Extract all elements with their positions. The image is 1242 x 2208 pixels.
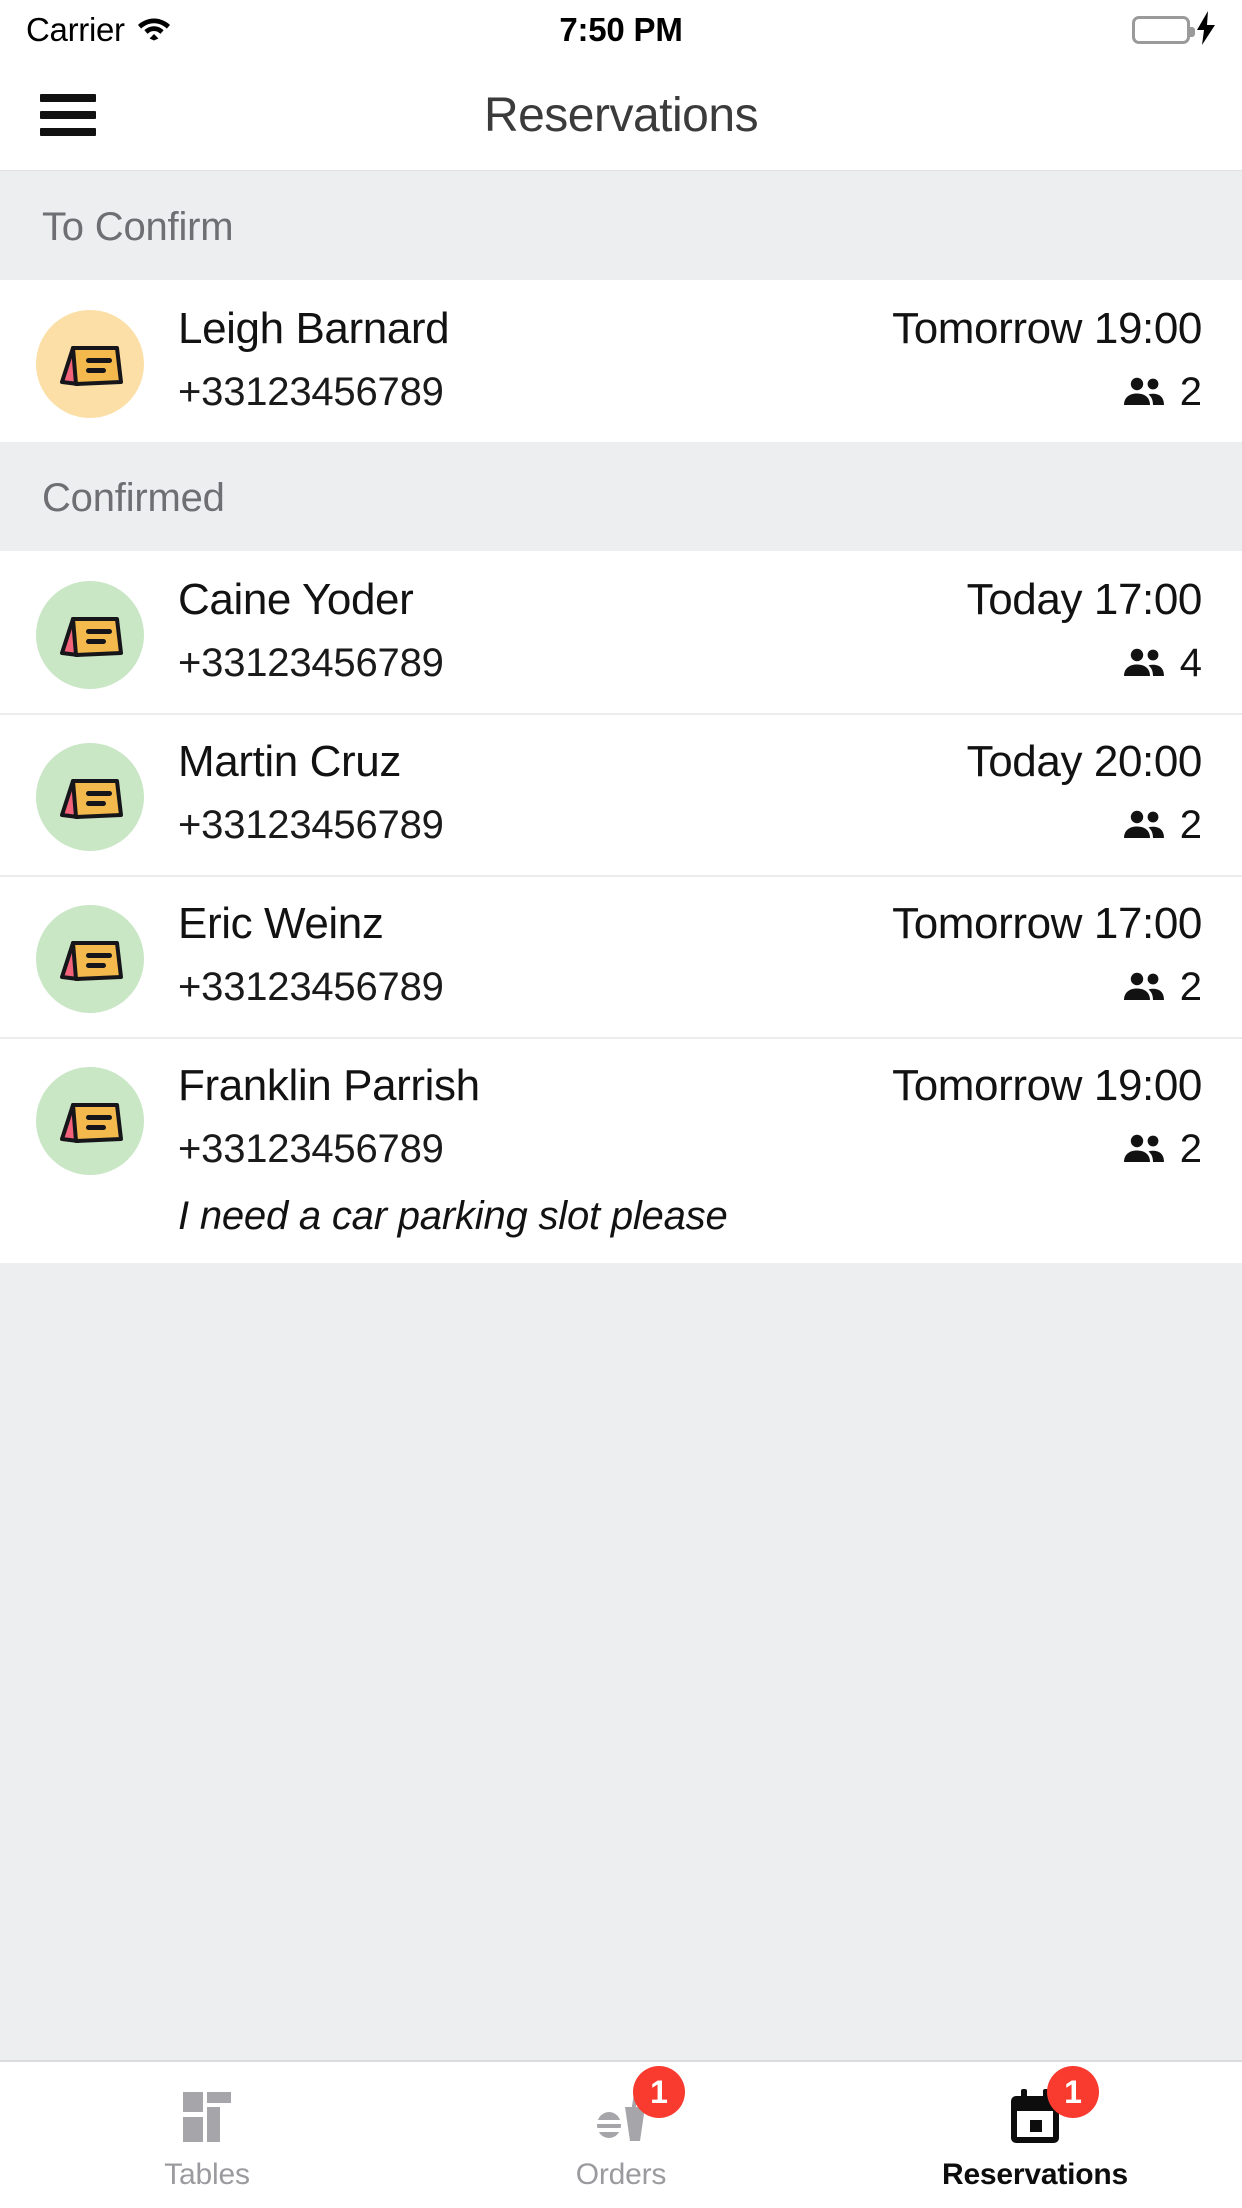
party-size-count: 2 bbox=[1179, 803, 1202, 847]
reservation-time: Tomorrow 19:00 bbox=[892, 304, 1202, 353]
table-tent-card-icon bbox=[60, 779, 123, 819]
guest-name: Martin Cruz bbox=[178, 737, 401, 786]
reservation-details: Eric Weinz Tomorrow 17:00 +33123456789 2 bbox=[144, 899, 1202, 1010]
grid-dashboard-icon bbox=[183, 2092, 231, 2142]
reservation-avatar bbox=[36, 905, 144, 1013]
reservation-details: Caine Yoder Today 17:00 +33123456789 4 bbox=[144, 575, 1202, 686]
guest-name: Caine Yoder bbox=[178, 575, 414, 624]
reservation-primary-line: Leigh Barnard Tomorrow 19:00 bbox=[178, 304, 1202, 354]
page-title: Reservations bbox=[483, 88, 759, 142]
hamburger-menu-icon[interactable] bbox=[40, 94, 96, 136]
hamburger-bar bbox=[40, 111, 96, 119]
tab-icon-wrapper: 1 bbox=[583, 2066, 685, 2148]
reservation-secondary-line: +33123456789 2 bbox=[178, 370, 1202, 415]
reservation-avatar bbox=[36, 743, 144, 851]
reservation-row[interactable]: Caine Yoder Today 17:00 +33123456789 4 bbox=[0, 551, 1242, 713]
tab-badge: 1 bbox=[633, 2066, 685, 2118]
tab-badge: 1 bbox=[1047, 2066, 1099, 2118]
table-tent-card-icon bbox=[60, 617, 123, 657]
section-body: Caine Yoder Today 17:00 +33123456789 4 Marti… bbox=[0, 551, 1242, 1263]
reservation-secondary-line: +33123456789 2 bbox=[178, 1127, 1202, 1172]
status-bar-clock: 7:50 PM bbox=[559, 11, 683, 48]
people-icon bbox=[1123, 972, 1164, 1000]
tab-orders[interactable]: 1 Orders bbox=[414, 2062, 828, 2208]
section-header: To Confirm bbox=[0, 171, 1242, 280]
reservation-time: Today 17:00 bbox=[966, 575, 1203, 624]
people-icon bbox=[1123, 377, 1164, 405]
party-size-group: 4 bbox=[1122, 641, 1202, 686]
section-body: Leigh Barnard Tomorrow 19:00 +33123456789 2 bbox=[0, 280, 1242, 442]
party-size-count: 2 bbox=[1179, 1127, 1202, 1171]
party-size-group: 2 bbox=[1122, 1127, 1202, 1172]
tab-label: Orders bbox=[575, 2158, 667, 2191]
guest-phone[interactable]: +33123456789 bbox=[178, 370, 444, 415]
party-size-count: 4 bbox=[1179, 641, 1202, 685]
app-screen: Carrier 7:50 PM Reservations To Confirm … bbox=[0, 0, 1242, 2208]
reservations-list[interactable]: To Confirm Leigh Barnard Tomorrow 19:00 +33… bbox=[0, 170, 1242, 2060]
reservation-details: Leigh Barnard Tomorrow 19:00 +33123456789 2 bbox=[144, 304, 1202, 415]
guest-name: Leigh Barnard bbox=[178, 304, 450, 353]
reservation-secondary-line: +33123456789 4 bbox=[178, 641, 1202, 686]
tab-tables[interactable]: Tables bbox=[0, 2062, 414, 2208]
reservation-row[interactable]: Eric Weinz Tomorrow 17:00 +33123456789 2 bbox=[0, 875, 1242, 1037]
status-bar-right bbox=[1132, 10, 1216, 50]
guest-phone[interactable]: +33123456789 bbox=[178, 1127, 444, 1172]
people-icon bbox=[1123, 648, 1164, 676]
wifi-icon bbox=[137, 15, 171, 46]
reservation-avatar bbox=[36, 1067, 144, 1175]
party-size-group: 2 bbox=[1122, 803, 1202, 848]
reservation-primary-line: Eric Weinz Tomorrow 17:00 bbox=[178, 899, 1202, 949]
party-size-count: 2 bbox=[1179, 370, 1202, 414]
party-size-count: 2 bbox=[1179, 965, 1202, 1009]
reservation-row[interactable]: Franklin Parrish Tomorrow 19:00 +331234567… bbox=[0, 1037, 1242, 1263]
table-tent-card-icon bbox=[60, 941, 123, 981]
navigation-bar: Reservations bbox=[0, 60, 1242, 170]
bottom-tab-bar: Tables 1 Orders 1 Reservations bbox=[0, 2060, 1242, 2208]
party-size-group: 2 bbox=[1122, 965, 1202, 1010]
people-icon bbox=[1123, 1134, 1164, 1162]
reservation-time: Tomorrow 17:00 bbox=[892, 899, 1202, 948]
reservation-note: I need a car parking slot please bbox=[178, 1194, 728, 1238]
reservation-avatar bbox=[36, 310, 144, 418]
carrier-label: Carrier bbox=[26, 11, 125, 48]
reservation-time: Today 20:00 bbox=[966, 737, 1203, 786]
reservation-details: Franklin Parrish Tomorrow 19:00 +331234567… bbox=[144, 1061, 1202, 1239]
tab-icon-wrapper: 1 bbox=[997, 2066, 1099, 2148]
status-bar-left: Carrier bbox=[26, 11, 171, 49]
reservation-secondary-line: +33123456789 2 bbox=[178, 803, 1202, 848]
guest-phone[interactable]: +33123456789 bbox=[178, 965, 444, 1010]
tab-reservations[interactable]: 1 Reservations bbox=[828, 2062, 1242, 2208]
reservation-secondary-line: +33123456789 2 bbox=[178, 965, 1202, 1010]
guest-phone[interactable]: +33123456789 bbox=[178, 803, 444, 848]
lightning-bolt-icon bbox=[1196, 10, 1216, 50]
tab-label: Tables bbox=[164, 2158, 250, 2191]
hamburger-bar bbox=[40, 94, 96, 102]
reservation-details: Martin Cruz Today 20:00 +33123456789 2 bbox=[144, 737, 1202, 848]
party-size-group: 2 bbox=[1122, 370, 1202, 415]
reservation-row[interactable]: Leigh Barnard Tomorrow 19:00 +33123456789 2 bbox=[0, 280, 1242, 442]
reservation-primary-line: Martin Cruz Today 20:00 bbox=[178, 737, 1202, 787]
reservation-row[interactable]: Martin Cruz Today 20:00 +33123456789 2 bbox=[0, 713, 1242, 875]
tab-icon-wrapper bbox=[169, 2086, 245, 2148]
status-bar: Carrier 7:50 PM bbox=[0, 0, 1242, 60]
guest-name: Eric Weinz bbox=[178, 899, 384, 948]
section-header: Confirmed bbox=[0, 442, 1242, 551]
reservation-primary-line: Caine Yoder Today 17:00 bbox=[178, 575, 1202, 625]
people-icon bbox=[1123, 810, 1164, 838]
guest-phone[interactable]: +33123456789 bbox=[178, 641, 444, 686]
table-tent-card-icon bbox=[60, 1103, 123, 1143]
guest-name: Franklin Parrish bbox=[178, 1061, 480, 1110]
table-tent-card-icon bbox=[60, 346, 123, 386]
reservation-time: Tomorrow 19:00 bbox=[892, 1061, 1202, 1110]
tab-label: Reservations bbox=[941, 2158, 1129, 2191]
reservation-primary-line: Franklin Parrish Tomorrow 19:00 bbox=[178, 1061, 1202, 1111]
battery-icon bbox=[1132, 16, 1195, 44]
reservation-avatar bbox=[36, 581, 144, 689]
hamburger-bar bbox=[40, 128, 96, 136]
